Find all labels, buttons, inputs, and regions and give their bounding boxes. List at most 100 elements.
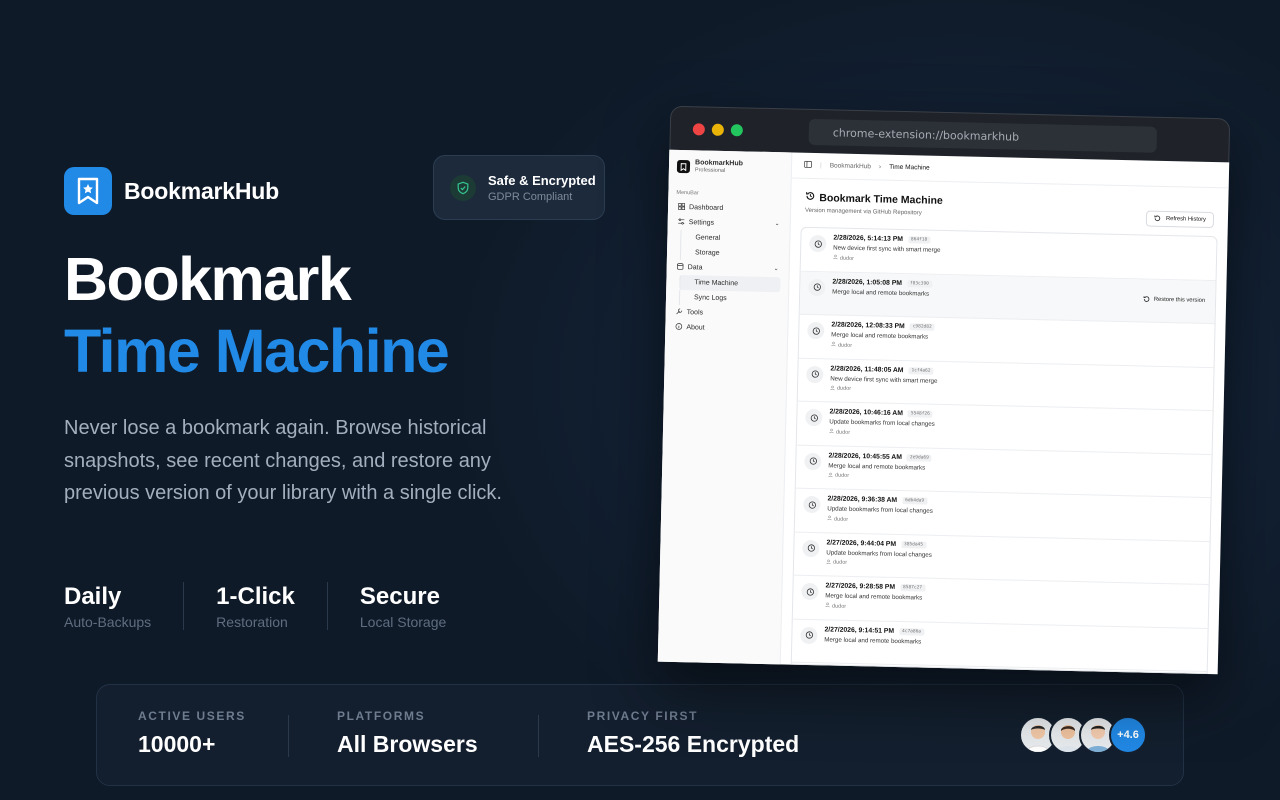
- history-date: 2/28/2026, 5:14:13 PM: [833, 234, 904, 244]
- hero-title-line2: Time Machine: [64, 317, 450, 385]
- metrics-bar: ACTIVE USERS 10000+ PLATFORMS All Browse…: [96, 684, 1184, 786]
- clock-icon: [805, 408, 823, 427]
- clock-icon: [801, 582, 819, 601]
- history-date: 2/28/2026, 1:05:08 PM: [832, 277, 903, 287]
- breadcrumb-separator-icon: ›: [878, 163, 882, 171]
- sidebar-item-label: Settings: [688, 219, 715, 227]
- info-icon: [675, 323, 683, 332]
- refresh-history-label: Refresh History: [1165, 215, 1206, 223]
- chevron-down-icon: ⌄: [774, 221, 780, 228]
- clock-icon: [806, 365, 824, 383]
- sidebar-item-label: Dashboard: [688, 204, 724, 212]
- restore-icon: [1143, 295, 1150, 304]
- commit-hash: f83c390: [906, 279, 932, 288]
- clock-icon: [800, 626, 818, 644]
- metric-platforms: PLATFORMS All Browsers: [337, 709, 478, 758]
- divider: [538, 715, 539, 757]
- stat-one-click: 1-Click Restoration: [183, 582, 327, 630]
- clock-icon: [802, 539, 820, 557]
- app-main: | BookmarkHub › Time Machine Bookmark Ti…: [781, 152, 1230, 675]
- metric-value: All Browsers: [337, 731, 478, 757]
- breadcrumb-root[interactable]: BookmarkHub: [830, 162, 871, 170]
- sidebar-item-settings[interactable]: Settings ⌄: [676, 215, 782, 232]
- sidebar-item-about[interactable]: About: [673, 320, 779, 337]
- browser-mockup: chrome-extension://bookmarkhub BookmarkH…: [657, 105, 1231, 675]
- stat-title: 1-Click: [216, 583, 295, 610]
- bookmark-icon: [676, 159, 691, 174]
- minimize-dot-icon[interactable]: [711, 123, 724, 136]
- sidebar-item-label: Tools: [686, 309, 704, 317]
- database-icon: [677, 263, 684, 272]
- shield-check-icon: [450, 174, 476, 201]
- url-bar[interactable]: chrome-extension://bookmarkhub: [808, 118, 1158, 153]
- restore-version-label: Restore this version: [1153, 296, 1206, 304]
- maximize-dot-icon[interactable]: [730, 124, 743, 137]
- page-title: Bookmark Time Machine: [805, 191, 943, 207]
- stat-daily: Daily Auto-Backups: [64, 582, 183, 630]
- restore-version-button[interactable]: Restore this version: [1143, 295, 1205, 305]
- sidebar-item-label: About: [686, 324, 705, 332]
- user-avatars: +4.6: [1019, 716, 1147, 754]
- badge-subtitle: GDPR Compliant: [488, 190, 573, 203]
- commit-hash: 5548f26: [907, 410, 933, 418]
- commit-hash: 864f18: [907, 236, 931, 244]
- stat-title: Daily: [64, 583, 122, 610]
- history-date: 2/28/2026, 11:48:05 AM: [830, 364, 904, 374]
- history-date: 2/27/2026, 9:28:58 PM: [825, 582, 896, 591]
- history-user-name: dudor: [839, 255, 855, 262]
- history-date: 2/27/2026, 9:44:04 PM: [826, 538, 897, 548]
- chevron-down-icon: ⌄: [773, 266, 779, 273]
- commit-hash: c982d82: [909, 323, 935, 331]
- refresh-history-button[interactable]: Refresh History: [1145, 210, 1215, 229]
- brand: BookmarkHub: [64, 167, 279, 215]
- history-user-name: dudor: [833, 516, 849, 523]
- history-user-name: dudor: [834, 472, 850, 479]
- history-user-name: dudor: [837, 342, 853, 349]
- history-user-name: dudor: [836, 385, 852, 392]
- commit-hash: 6db4da9: [902, 497, 928, 505]
- clock-icon: [808, 278, 826, 296]
- bookmark-star-icon: [64, 167, 112, 215]
- stat-secure: Secure Local Storage: [326, 582, 478, 630]
- badge-title: Safe & Encrypted: [488, 172, 596, 188]
- metric-label: ACTIVE USERS: [138, 709, 246, 723]
- user-icon: [828, 472, 833, 479]
- sidebar-toggle-icon[interactable]: [804, 160, 812, 170]
- history-icon: [805, 191, 815, 204]
- metric-active-users: ACTIVE USERS 10000+: [138, 709, 246, 758]
- history-date: 2/28/2026, 10:45:55 AM: [828, 451, 902, 461]
- commit-hash: 2e9da69: [906, 453, 932, 462]
- divider: [288, 715, 289, 757]
- user-icon: [831, 341, 836, 348]
- metric-label: PLATFORMS: [337, 709, 426, 723]
- extension-app: BookmarkHub Professional MenuBar Dashboa…: [657, 149, 1230, 675]
- app-brand: BookmarkHub Professional: [676, 159, 783, 176]
- history-row[interactable]: 2/27/2026, 9:14:51 PM 4c7a86a Merge local …: [791, 619, 1208, 673]
- feature-stats: Daily Auto-Backups 1-Click Restoration S…: [64, 582, 478, 630]
- grid-icon: [678, 203, 686, 212]
- metric-label: PRIVACY FIRST: [587, 709, 699, 723]
- user-icon: [826, 559, 831, 566]
- history-date: 2/27/2026, 9:14:51 PM: [824, 625, 895, 635]
- sliders-icon: [678, 218, 685, 227]
- history-date: 2/28/2026, 9:36:38 AM: [827, 495, 898, 504]
- history-date: 2/28/2026, 12:08:33 PM: [831, 321, 905, 331]
- sidebar-item-data[interactable]: Data ⌄: [675, 260, 781, 277]
- user-icon: [833, 254, 838, 261]
- clock-icon: [804, 452, 822, 470]
- user-icon: [827, 515, 832, 522]
- stat-subtitle: Local Storage: [359, 614, 447, 630]
- hero-title-line1: Bookmark: [64, 245, 352, 313]
- breadcrumb-current: Time Machine: [889, 163, 930, 172]
- user-icon: [830, 385, 835, 392]
- close-dot-icon[interactable]: [692, 123, 705, 136]
- clock-icon: [803, 495, 821, 514]
- stat-subtitle: Auto-Backups: [64, 614, 152, 630]
- commit-hash: 8587c27: [899, 584, 926, 592]
- refresh-icon: [1154, 214, 1161, 223]
- hero-description: Never lose a bookmark again. Browse hist…: [64, 417, 502, 504]
- page-subtitle: Version management via GitHub Repository: [804, 207, 922, 217]
- history-list: 2/28/2026, 5:14:13 PM 864f18 New device fi…: [790, 226, 1218, 675]
- history-user-name: dudor: [832, 603, 847, 610]
- user-icon: [829, 428, 834, 435]
